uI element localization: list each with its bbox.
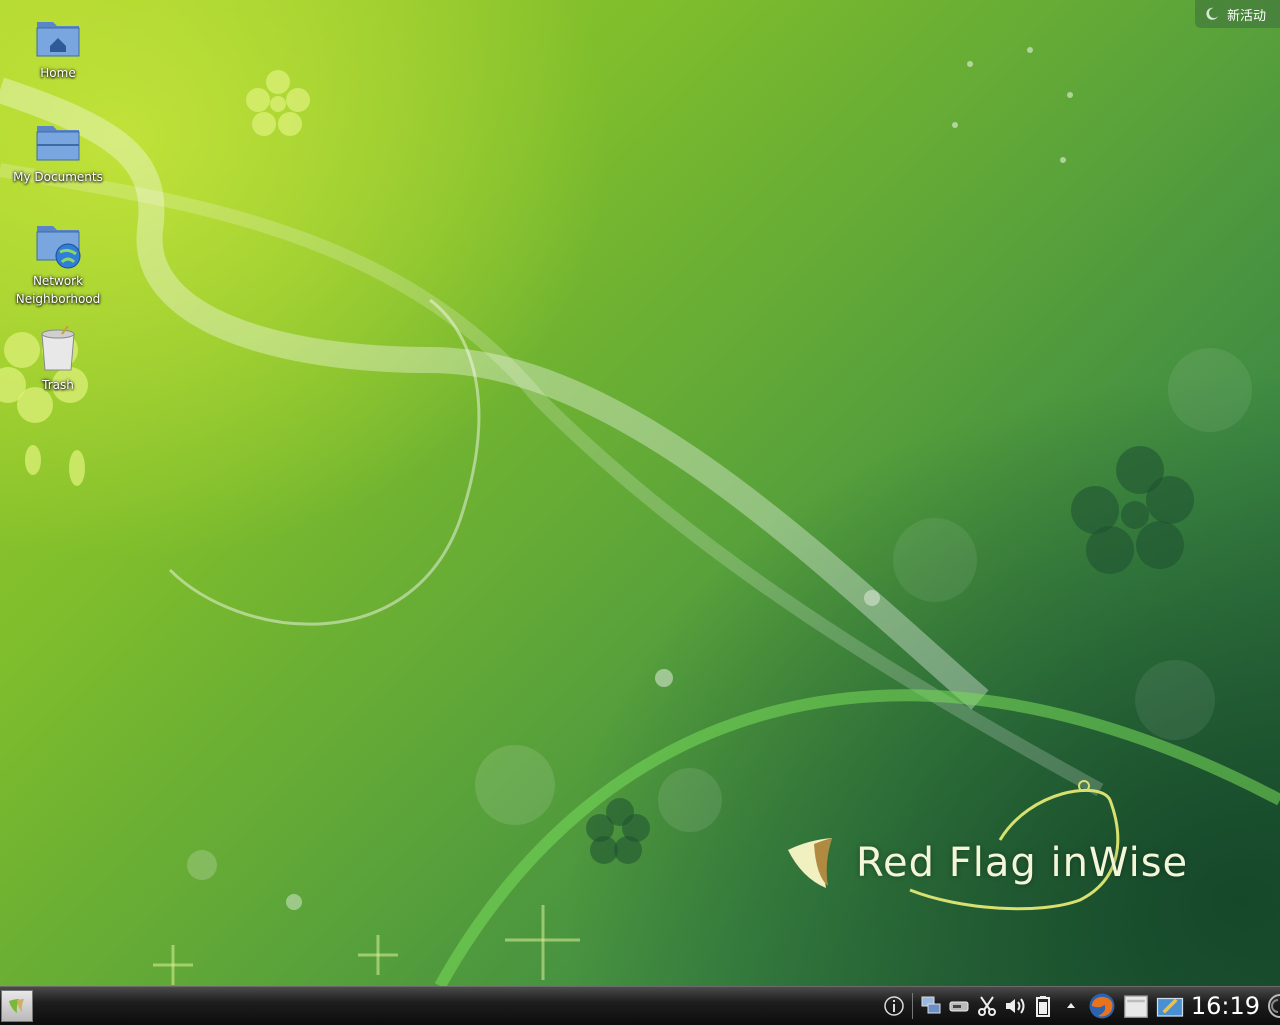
desktop-icon-label: My Documents (13, 170, 103, 184)
activity-icon (1206, 7, 1218, 20)
taskbar: 16:19 (0, 986, 1280, 1025)
desktop-icon-trash[interactable]: Trash (3, 326, 113, 394)
desktop-icon-label: Trash (42, 378, 74, 392)
desktop-icon-label: Home (40, 66, 76, 80)
desktop-icon-network-neighborhood[interactable]: Network Neighborhood (3, 222, 113, 308)
desktop-icon-home[interactable]: Home (3, 14, 113, 82)
system-tray: 16:19 (880, 987, 1280, 1025)
notes-icon[interactable] (1155, 991, 1185, 1021)
brand-logo: Red Flag inWise (780, 780, 1200, 920)
battery-icon[interactable] (1031, 994, 1055, 1018)
start-menu-icon (9, 999, 24, 1013)
new-activity-button[interactable]: 新活动 (1194, 0, 1280, 28)
volume-icon[interactable] (1003, 994, 1027, 1018)
file-manager-icon[interactable] (1121, 991, 1151, 1021)
home-folder-icon (36, 22, 80, 57)
desktop-icon-label: Network Neighborhood (15, 274, 101, 306)
brand-text: Red Flag inWise (856, 840, 1189, 886)
clock[interactable]: 16:19 (1191, 992, 1260, 1020)
desktop: Home My Documents Network Neighborhood T… (0, 0, 1280, 986)
trash-icon (41, 326, 75, 371)
firefox-icon[interactable] (1087, 991, 1117, 1021)
network-folder-icon (36, 226, 81, 269)
info-icon[interactable] (882, 994, 906, 1018)
network-icon[interactable] (919, 994, 943, 1018)
klipper-scissors-icon[interactable] (975, 994, 999, 1018)
start-menu-button[interactable] (1, 990, 33, 1022)
removable-device-icon[interactable] (947, 994, 971, 1018)
dashboard-toggle-icon[interactable] (1266, 987, 1280, 1025)
new-activity-label: 新活动 (1226, 8, 1266, 24)
desktop-icon-my-documents[interactable]: My Documents (3, 118, 113, 186)
folder-icon (36, 126, 80, 161)
expand-arrow-icon[interactable] (1059, 994, 1083, 1018)
tray-separator (911, 993, 913, 1019)
